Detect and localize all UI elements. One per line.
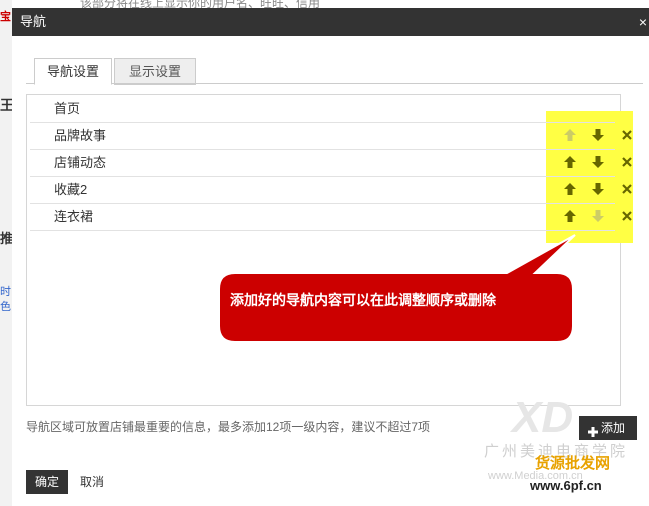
nav-item-row: 首页: [30, 95, 615, 123]
nav-item-row: 品牌故事: [30, 122, 632, 150]
background-mark: 宝: [0, 11, 11, 23]
delete-x-icon[interactable]: [619, 127, 635, 143]
move-down-arrow-icon[interactable]: [590, 127, 606, 143]
add-nav-button[interactable]: 添加: [579, 416, 637, 440]
move-up-arrow-icon[interactable]: [562, 154, 578, 170]
close-icon[interactable]: ×: [639, 8, 647, 36]
dialog-title: 导航: [20, 14, 47, 29]
tab-display-settings[interactable]: 显示设置: [114, 58, 196, 85]
background-page-strip: [0, 0, 12, 506]
delete-x-icon[interactable]: [619, 154, 635, 170]
move-down-arrow-icon[interactable]: [590, 181, 606, 197]
background-mark: 时: [0, 286, 11, 298]
nav-item-label: 收藏2: [54, 182, 88, 197]
nav-item-label: 店铺动态: [54, 155, 107, 170]
cancel-button[interactable]: 取消: [80, 470, 104, 494]
plus-icon: [587, 422, 599, 437]
nav-item-row: 店铺动态: [30, 149, 632, 177]
delete-x-icon[interactable]: [619, 208, 635, 224]
move-up-arrow-icon[interactable]: [562, 127, 578, 143]
callout-text: 添加好的导航内容可以在此调整顺序或删除: [230, 292, 496, 308]
background-mark: 王: [0, 97, 12, 113]
watermark-logo: XD: [512, 393, 574, 442]
watermark-url-2: www.6pf.cn: [530, 478, 602, 493]
move-down-arrow-icon[interactable]: [590, 208, 606, 224]
move-up-arrow-icon[interactable]: [562, 208, 578, 224]
add-nav-label: 添加: [601, 421, 626, 435]
tab-divider: [26, 83, 643, 84]
background-mark: 推: [0, 231, 12, 246]
dialog-titlebar: 导航 ×: [12, 8, 649, 36]
nav-item-label: 连衣裙: [54, 209, 94, 224]
delete-x-icon[interactable]: [619, 181, 635, 197]
tab-navigation-settings[interactable]: 导航设置: [34, 58, 112, 85]
move-up-arrow-icon[interactable]: [562, 181, 578, 197]
nav-item-label: 首页: [54, 101, 81, 116]
nav-item-row: 收藏2: [30, 176, 632, 204]
background-mark: 色: [0, 301, 11, 313]
nav-item-label: 品牌故事: [54, 128, 107, 143]
annotation-callout: [218, 234, 576, 343]
move-down-arrow-icon[interactable]: [590, 154, 606, 170]
nav-hint-text: 导航区域可放置店铺最重要的信息，最多添加12项一级内容，建议不超过7项: [26, 420, 431, 434]
confirm-button[interactable]: 确定: [26, 470, 68, 494]
